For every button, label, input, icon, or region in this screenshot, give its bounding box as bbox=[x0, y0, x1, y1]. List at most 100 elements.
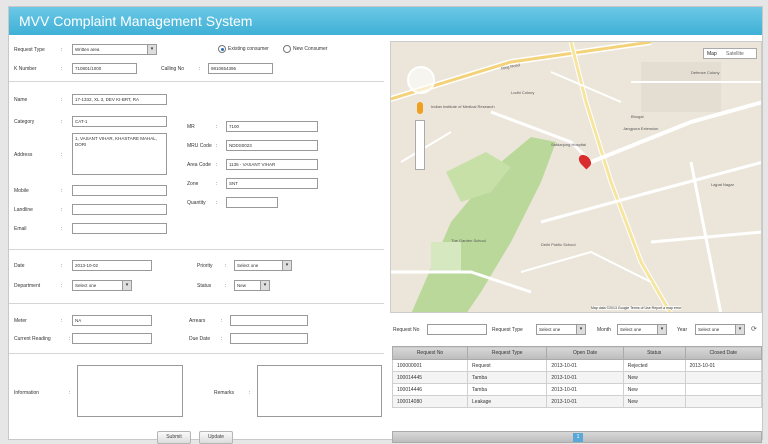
table-cell: Leakage bbox=[467, 395, 548, 408]
column-header[interactable]: Closed Date bbox=[684, 346, 763, 360]
column-header[interactable]: Status bbox=[622, 346, 686, 360]
table-cell: Request bbox=[467, 359, 548, 372]
new-consumer-radio[interactable] bbox=[283, 45, 291, 53]
table-row[interactable]: 100014445 Tamba 2013-10-01 New bbox=[391, 371, 763, 384]
zone-label: Zone bbox=[187, 181, 199, 187]
table-cell bbox=[684, 371, 763, 384]
email-input[interactable] bbox=[72, 223, 167, 234]
place-label: The Garden School bbox=[451, 238, 486, 243]
map-canvas bbox=[391, 42, 761, 312]
quantity-input[interactable] bbox=[226, 197, 278, 208]
kno-label: K Number bbox=[14, 66, 37, 72]
area-code-label: Area Code bbox=[187, 162, 211, 168]
existing-consumer-radio[interactable] bbox=[218, 45, 226, 53]
map-pan-control[interactable] bbox=[407, 66, 435, 94]
place-label: Bhogal bbox=[631, 114, 644, 119]
table-row[interactable]: 100014080 Leakage 2013-10-01 New bbox=[391, 395, 763, 408]
table-cell: 2013-10-01 bbox=[546, 371, 624, 384]
calling-no-input[interactable]: 9810654396 bbox=[208, 63, 273, 74]
status-select[interactable]: New ▾ bbox=[234, 280, 270, 291]
update-button[interactable]: Update bbox=[199, 431, 233, 444]
filter-month-label: Month bbox=[597, 327, 611, 333]
place-label: Jangpura Extension bbox=[623, 126, 659, 131]
filter-request-type-label: Request Type bbox=[492, 327, 523, 333]
table-cell: Tamba bbox=[467, 371, 548, 384]
priority-select[interactable]: Select one ▾ bbox=[234, 260, 292, 271]
remarks-textarea[interactable] bbox=[257, 365, 382, 417]
current-reading-input[interactable] bbox=[72, 333, 152, 344]
mobile-input[interactable] bbox=[72, 185, 167, 196]
name-input[interactable]: 17-1332, XL 3, DEV KI-BRT, RA bbox=[72, 94, 167, 105]
map-type-control[interactable]: Map Satellite bbox=[703, 48, 757, 59]
table-cell bbox=[684, 395, 763, 408]
requests-table: Request No Request Type Open Date Status… bbox=[391, 346, 763, 408]
date-input[interactable]: 2013-10-02 bbox=[72, 260, 152, 271]
page-button[interactable]: 1 bbox=[573, 433, 583, 442]
column-header[interactable]: Request Type bbox=[467, 346, 548, 360]
table-cell: 2013-10-01 bbox=[546, 359, 624, 372]
email-label: Email bbox=[14, 226, 27, 232]
landline-input[interactable] bbox=[72, 204, 167, 215]
map-view[interactable]: Map Satellite Ring Road Indian Institute… bbox=[390, 41, 762, 313]
zone-input[interactable]: SNT bbox=[226, 178, 318, 189]
request-type-select[interactable]: Written area ▾ bbox=[72, 44, 157, 55]
kno-input[interactable]: 710801/1000 bbox=[72, 63, 137, 74]
submit-button[interactable]: Submit bbox=[157, 431, 191, 444]
filter-request-no-label: Request No bbox=[393, 327, 420, 333]
meter-label: Meter bbox=[14, 318, 27, 324]
place-label: Safdarjung Hospital bbox=[551, 142, 586, 147]
app-title: MVV Complaint Management System bbox=[9, 7, 762, 35]
refresh-icon[interactable]: ⟳ bbox=[751, 325, 757, 333]
mr-label: MR bbox=[187, 124, 195, 130]
table-header-row: Request No Request Type Open Date Status… bbox=[391, 346, 763, 360]
landline-label: Landline bbox=[14, 207, 33, 213]
table-row[interactable]: 100000001 Request 2013-10-01 Rejected 20… bbox=[391, 359, 763, 372]
pegman-icon[interactable] bbox=[417, 102, 423, 114]
zoom-slider[interactable] bbox=[415, 120, 425, 170]
request-type-label: Request Type bbox=[14, 47, 45, 53]
calling-no-label: Calling No bbox=[161, 66, 185, 72]
mr-input[interactable]: 7100 bbox=[226, 121, 318, 132]
information-label: Information bbox=[14, 390, 40, 396]
area-code-input[interactable]: 1135 - VASANT VIHAR bbox=[226, 159, 318, 170]
due-date-input[interactable] bbox=[230, 333, 308, 344]
name-label: Name bbox=[14, 97, 28, 103]
meter-input[interactable]: NA bbox=[72, 315, 152, 326]
department-label: Department bbox=[14, 283, 41, 289]
table-cell: Rejected bbox=[622, 359, 686, 372]
map-type-satellite[interactable]: Satellite bbox=[726, 51, 744, 57]
column-header[interactable]: Request No bbox=[391, 346, 469, 360]
table-cell: New bbox=[622, 371, 686, 384]
mru-code-input[interactable]: NDDS0023 bbox=[226, 140, 318, 151]
table-cell: 100014446 bbox=[391, 383, 469, 396]
date-label: Date bbox=[14, 263, 25, 269]
place-label: Lodhi Colony bbox=[511, 90, 535, 95]
department-select[interactable]: Select one ▾ bbox=[72, 280, 132, 291]
mru-code-label: MRU Code bbox=[187, 143, 212, 149]
address-label: Address bbox=[14, 152, 33, 158]
information-textarea[interactable] bbox=[77, 365, 183, 417]
table-cell: 2013-10-01 bbox=[684, 359, 763, 372]
filter-request-type-select[interactable]: Select one ▾ bbox=[536, 324, 586, 335]
filter-year-select[interactable]: Select one ▾ bbox=[695, 324, 745, 335]
app-window: MVV Complaint Management System Request … bbox=[8, 6, 763, 444]
priority-label: Priority bbox=[197, 263, 213, 269]
new-consumer-label: New Consumer bbox=[293, 46, 328, 52]
table-row[interactable]: 100014446 Tamba 2013-10-01 New bbox=[391, 383, 763, 396]
chevron-down-icon: ▾ bbox=[735, 325, 744, 334]
mobile-label: Mobile bbox=[14, 188, 29, 194]
category-input[interactable]: CAT-1 bbox=[72, 116, 167, 127]
chevron-down-icon: ▾ bbox=[147, 45, 156, 54]
filter-request-no-input[interactable] bbox=[427, 324, 487, 335]
map-type-map[interactable]: Map bbox=[707, 51, 717, 57]
chevron-down-icon: ▾ bbox=[657, 325, 666, 334]
due-date-label: Due Date bbox=[189, 336, 211, 342]
arrears-input[interactable] bbox=[230, 315, 308, 326]
table-pager: 1 bbox=[392, 431, 762, 443]
filter-year-label: Year bbox=[677, 327, 688, 333]
filter-month-select[interactable]: Select one ▾ bbox=[617, 324, 667, 335]
table-cell: New bbox=[622, 395, 686, 408]
category-label: Category bbox=[14, 119, 35, 125]
column-header[interactable]: Open Date bbox=[546, 346, 624, 360]
address-textarea[interactable]: 1, VASANT VIHAR, KHASTARE MAHAL, DORI bbox=[72, 133, 167, 175]
